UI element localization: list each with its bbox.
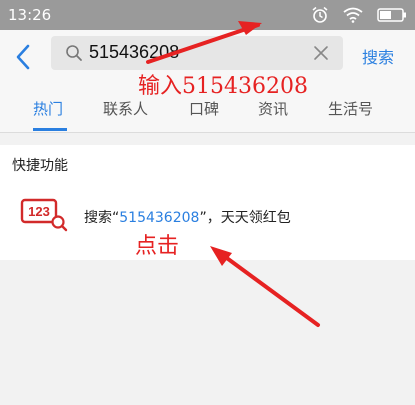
tab-news[interactable]: 资讯 (258, 98, 288, 119)
search-input[interactable]: 515436208 (51, 36, 343, 70)
annotation-click-note: 点击 (135, 234, 180, 259)
active-tab-indicator (33, 128, 67, 131)
alarm-icon (312, 6, 328, 23)
status-bar: 13:26 (0, 0, 415, 30)
search-icon (66, 45, 82, 61)
tab-contacts[interactable]: 联系人 (103, 98, 148, 119)
search-input-value: 515436208 (89, 42, 180, 62)
search-red-packet-label: 搜索“515436208”，天天领红包 (84, 207, 291, 227)
number-search-icon: 123 (20, 198, 68, 232)
tab-koubei[interactable]: 口碑 (189, 98, 219, 119)
back-button[interactable] (10, 42, 38, 72)
number-search-icon-text: 123 (28, 204, 50, 219)
search-button[interactable]: 搜索 (362, 44, 394, 68)
tab-life-account[interactable]: 生活号 (328, 98, 373, 119)
annotation-input-note: 输入515436208 (138, 74, 308, 99)
section-title: 快捷功能 (12, 158, 68, 174)
label-suffix: ”，天天领红包 (199, 210, 291, 226)
wifi-icon (343, 7, 363, 23)
label-prefix: 搜索“ (84, 210, 120, 226)
tab-hot[interactable]: 热门 (33, 98, 63, 119)
status-time: 13:26 (8, 6, 52, 24)
battery-icon (377, 8, 406, 22)
status-icons (311, 6, 407, 24)
quick-functions-section: 快捷功能 123 搜索“515436208”，天天领红包 (0, 145, 415, 260)
label-highlight: 515436208 (119, 210, 200, 226)
close-icon[interactable] (313, 45, 329, 61)
search-red-packet-item[interactable]: 123 搜索“515436208”，天天领红包 (0, 193, 415, 249)
chevron-left-icon (16, 44, 30, 70)
